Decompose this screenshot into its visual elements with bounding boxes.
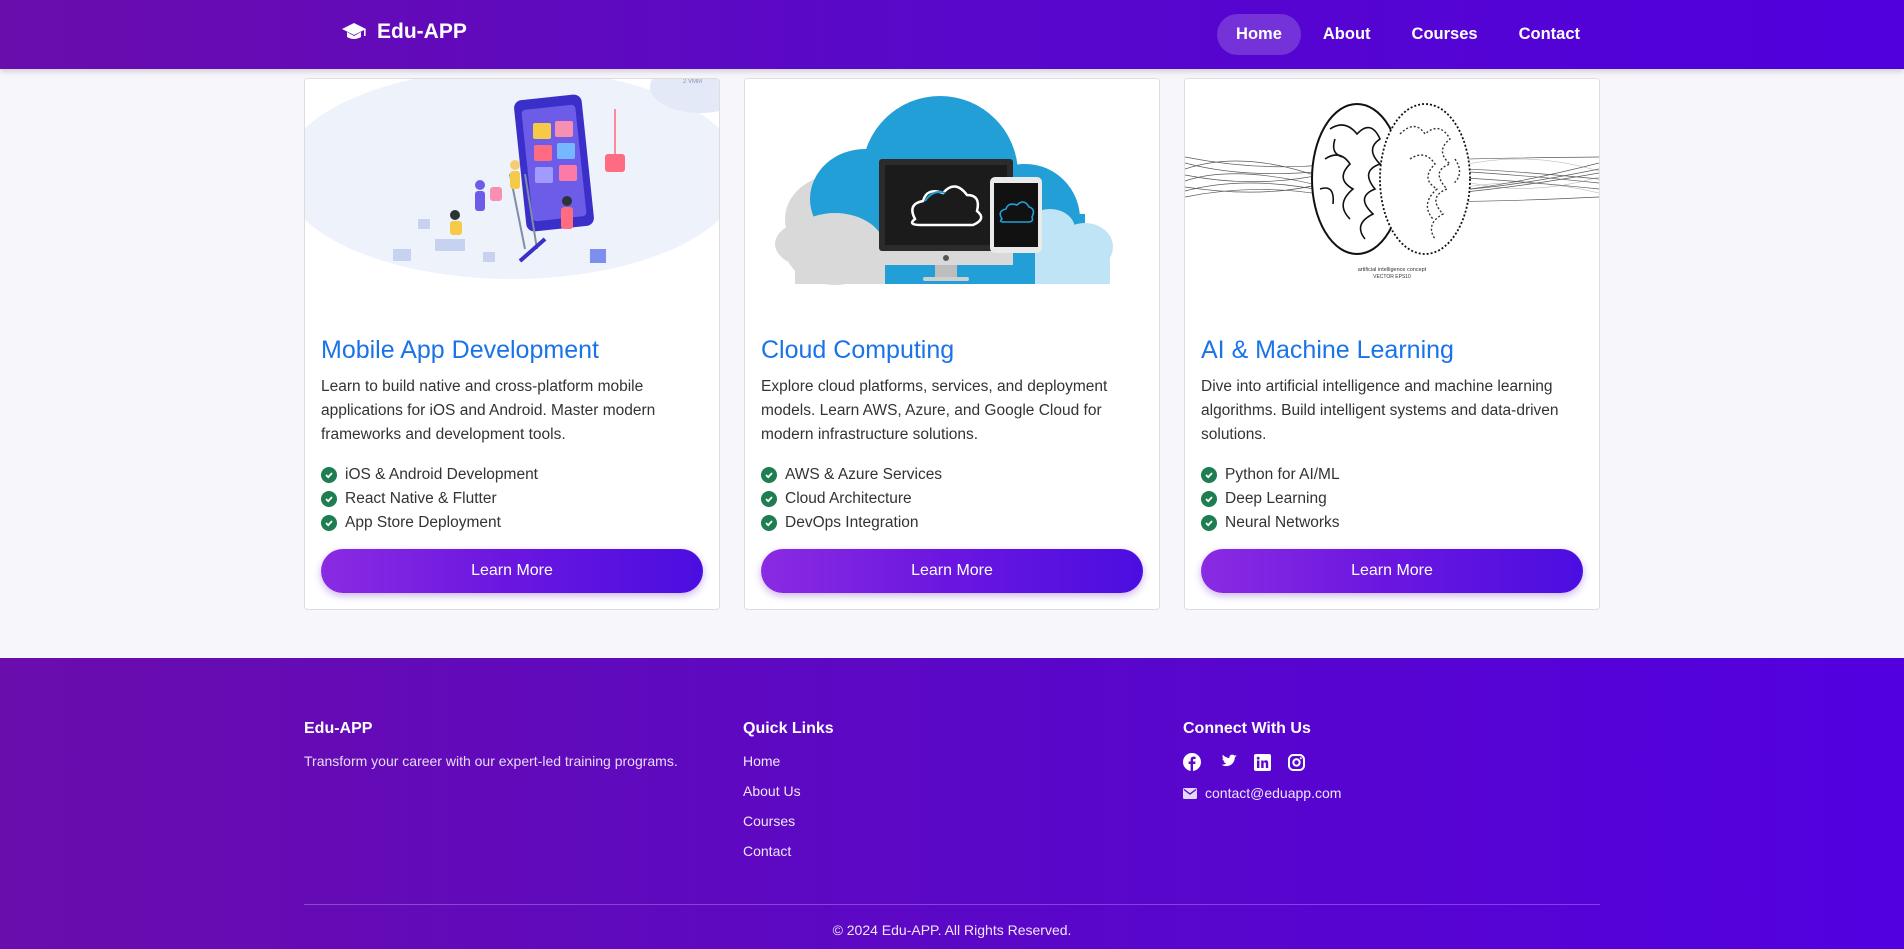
check-circle-icon bbox=[761, 515, 777, 531]
feature-label: iOS & Android Development bbox=[345, 466, 538, 483]
card-title: Mobile App Development bbox=[321, 336, 599, 364]
facebook-icon[interactable] bbox=[1183, 753, 1201, 771]
feature-label: DevOps Integration bbox=[785, 514, 919, 531]
check-circle-icon bbox=[1201, 515, 1217, 531]
card-title: AI & Machine Learning bbox=[1201, 336, 1454, 364]
ai-brain-illustration: artificial intelligence concept VECTOR E… bbox=[1185, 79, 1599, 309]
nav-about[interactable]: About bbox=[1304, 14, 1390, 55]
contact-email[interactable]: contact@eduapp.com bbox=[1183, 785, 1341, 801]
card-description: Explore cloud platforms, services, and d… bbox=[761, 378, 1108, 443]
svg-text:2 VMM: 2 VMM bbox=[683, 79, 702, 85]
footer-tagline: Transform your career with our expert-le… bbox=[304, 753, 678, 769]
check-circle-icon bbox=[1201, 491, 1217, 507]
footer-link-about[interactable]: About Us bbox=[743, 783, 834, 799]
twitter-icon[interactable] bbox=[1218, 754, 1237, 770]
feature-list: iOS & Android Development React Native &… bbox=[321, 463, 703, 535]
brand-name: Edu-APP bbox=[377, 20, 467, 43]
envelope-icon bbox=[1183, 787, 1197, 799]
footer: Edu-APP Transform your career with our e… bbox=[0, 658, 1904, 949]
check-circle-icon bbox=[321, 491, 337, 507]
course-card-mobile: 2 VMM Mobile App Development Learn to bu… bbox=[304, 78, 720, 610]
footer-divider bbox=[304, 904, 1600, 905]
course-card-cloud: Cloud Computing Explore cloud platforms,… bbox=[744, 78, 1160, 610]
course-card-ai: artificial intelligence concept VECTOR E… bbox=[1184, 78, 1600, 610]
feature-item: AWS & Azure Services bbox=[761, 463, 1143, 487]
footer-link-courses[interactable]: Courses bbox=[743, 813, 834, 829]
feature-item: DevOps Integration bbox=[761, 511, 1143, 535]
cloud-computing-illustration bbox=[745, 79, 1159, 309]
footer-link-contact[interactable]: Contact bbox=[743, 843, 834, 859]
copyright: © 2024 Edu-APP. All Rights Reserved. bbox=[832, 922, 1072, 938]
feature-item: Cloud Architecture bbox=[761, 487, 1143, 511]
email-address: contact@eduapp.com bbox=[1205, 785, 1342, 801]
footer-connect: Connect With Us contact@eduapp.com bbox=[1183, 720, 1341, 801]
feature-list: AWS & Azure Services Cloud Architecture … bbox=[761, 463, 1143, 535]
social-links bbox=[1183, 753, 1341, 771]
nav-links: Home About Courses Contact bbox=[1214, 14, 1599, 55]
check-circle-icon bbox=[761, 467, 777, 483]
feature-label: Deep Learning bbox=[1225, 490, 1327, 507]
course-cards: 2 VMM Mobile App Development Learn to bu… bbox=[304, 78, 1600, 610]
feature-item: Python for AI/ML bbox=[1201, 463, 1583, 487]
image-caption-2: VECTOR EPS10 bbox=[1373, 274, 1411, 280]
feature-label: Neural Networks bbox=[1225, 514, 1340, 531]
linkedin-icon[interactable] bbox=[1254, 753, 1271, 771]
card-description: Dive into artificial intelligence and ma… bbox=[1201, 378, 1559, 443]
footer-about: Edu-APP Transform your career with our e… bbox=[304, 720, 678, 769]
feature-item: Neural Networks bbox=[1201, 511, 1583, 535]
learn-more-button[interactable]: Learn More bbox=[321, 549, 703, 593]
learn-more-button[interactable]: Learn More bbox=[761, 549, 1143, 593]
card-body: AI & Machine Learning Dive into artifici… bbox=[1201, 335, 1583, 535]
feature-label: Python for AI/ML bbox=[1225, 466, 1340, 483]
check-circle-icon bbox=[1201, 467, 1217, 483]
card-body: Mobile App Development Learn to build na… bbox=[321, 335, 703, 535]
brand-logo[interactable]: Edu-APP bbox=[341, 20, 467, 44]
nav-home[interactable]: Home bbox=[1217, 14, 1301, 55]
connect-title: Connect With Us bbox=[1183, 720, 1311, 737]
quick-links-title: Quick Links bbox=[743, 720, 834, 737]
footer-quick-links: Quick Links Home About Us Courses Contac… bbox=[743, 720, 834, 873]
card-title: Cloud Computing bbox=[761, 336, 955, 364]
feature-list: Python for AI/ML Deep Learning Neural Ne… bbox=[1201, 463, 1583, 535]
card-body: Cloud Computing Explore cloud platforms,… bbox=[761, 335, 1143, 535]
check-circle-icon bbox=[321, 467, 337, 483]
nav-courses[interactable]: Courses bbox=[1393, 14, 1497, 55]
mobile-app-illustration: 2 VMM bbox=[305, 79, 719, 309]
footer-link-home[interactable]: Home bbox=[743, 753, 834, 769]
learn-more-button[interactable]: Learn More bbox=[1201, 549, 1583, 593]
feature-label: AWS & Azure Services bbox=[785, 466, 943, 483]
footer-brand: Edu-APP bbox=[304, 720, 373, 737]
feature-item: App Store Deployment bbox=[321, 511, 703, 535]
feature-item: Deep Learning bbox=[1201, 487, 1583, 511]
feature-label: React Native & Flutter bbox=[345, 490, 497, 507]
card-description: Learn to build native and cross-platform… bbox=[321, 378, 656, 443]
image-caption: artificial intelligence concept bbox=[1358, 267, 1427, 273]
feature-item: React Native & Flutter bbox=[321, 487, 703, 511]
check-circle-icon bbox=[321, 515, 337, 531]
feature-label: App Store Deployment bbox=[345, 514, 501, 531]
instagram-icon[interactable] bbox=[1288, 753, 1305, 771]
quick-links-list: Home About Us Courses Contact bbox=[743, 753, 834, 859]
feature-label: Cloud Architecture bbox=[785, 490, 912, 507]
nav-contact[interactable]: Contact bbox=[1500, 14, 1599, 55]
navbar: Edu-APP Home About Courses Contact bbox=[0, 0, 1904, 69]
check-circle-icon bbox=[761, 491, 777, 507]
graduation-cap-icon bbox=[342, 23, 366, 39]
feature-item: iOS & Android Development bbox=[321, 463, 703, 487]
